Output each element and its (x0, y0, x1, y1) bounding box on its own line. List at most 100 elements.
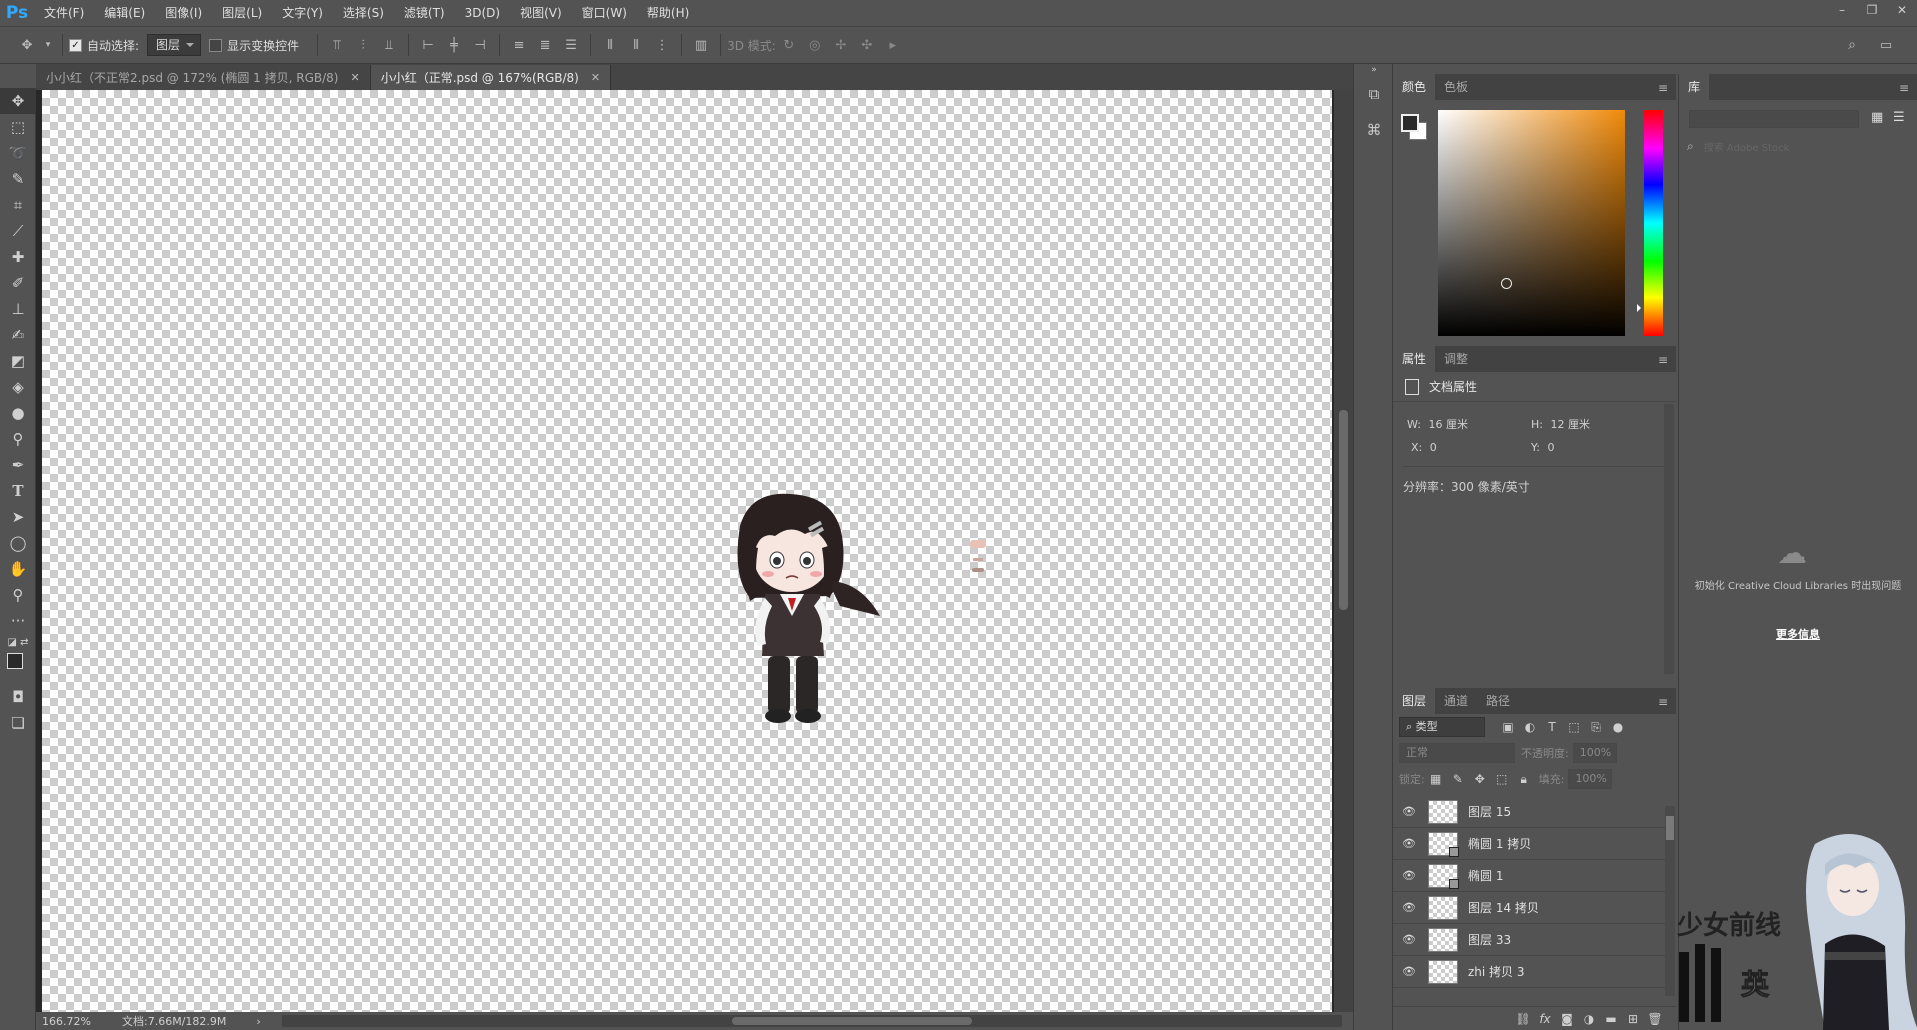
props-scrollbar[interactable] (1664, 404, 1674, 674)
distribute-hcenter-icon[interactable]: ⫴ (626, 35, 646, 55)
more-tools-icon[interactable]: ··· (0, 608, 36, 634)
show-transform-checkbox[interactable] (209, 38, 223, 52)
menu-3d[interactable]: 3D(D) (455, 0, 510, 26)
tab-document-2[interactable]: 小小红（正常.psd @ 167%(RGB/8) ✕ (370, 65, 612, 90)
quick-select-tool-icon[interactable]: ✎ (0, 166, 36, 192)
panel-menu-icon[interactable]: ≡ (1658, 695, 1668, 709)
lock-position-icon[interactable]: ✥ (1469, 772, 1491, 786)
tab-libraries[interactable]: 库 (1679, 74, 1710, 100)
lasso-tool-icon[interactable]: ➰ (0, 140, 36, 166)
auto-align-icon[interactable]: ▥ (691, 35, 711, 55)
close-icon[interactable]: ✕ (591, 71, 600, 84)
layer-row[interactable]: 👁︎ 图层 33 (1393, 924, 1665, 956)
minimize-button[interactable]: – (1827, 0, 1857, 22)
y-field[interactable]: Y: 0 (1531, 441, 1554, 454)
list-view-icon[interactable]: ☰ (1893, 110, 1905, 125)
crop-tool-icon[interactable]: ⌗ (0, 192, 36, 218)
eye-icon[interactable]: 👁︎ (1398, 869, 1420, 882)
fx-icon[interactable]: fx (1534, 1012, 1556, 1026)
eye-icon[interactable]: 👁︎ (1398, 837, 1420, 850)
grid-view-icon[interactable]: ▦ (1871, 110, 1883, 125)
menu-image[interactable]: 图像(I) (155, 0, 212, 26)
document-canvas[interactable] (42, 90, 1332, 1012)
auto-select-target-dropdown[interactable]: 图层 (147, 34, 202, 56)
link-layers-icon[interactable]: ⛓ (1512, 1012, 1534, 1026)
distribute-left-icon[interactable]: ⦀ (600, 35, 620, 55)
align-hcenter-icon[interactable]: ╪ (444, 35, 464, 55)
distribute-right-icon[interactable]: ⋮ (652, 35, 672, 55)
new-layer-icon[interactable]: ⊞ (1622, 1012, 1644, 1026)
eye-icon[interactable]: 👁︎ (1398, 965, 1420, 978)
menu-edit[interactable]: 编辑(E) (94, 0, 155, 26)
tab-adjustments[interactable]: 调整 (1435, 346, 1477, 372)
move-tool-preset-icon[interactable]: ✥ (17, 35, 37, 55)
align-right-icon[interactable]: ⊣ (470, 35, 490, 55)
filter-smart-icon[interactable]: ⎘ (1585, 720, 1607, 735)
lock-all-icon[interactable]: 🔒︎ (1513, 772, 1535, 787)
tab-layers[interactable]: 图层 (1393, 688, 1436, 714)
eyedropper-tool-icon[interactable]: ⟋ (0, 218, 36, 244)
eye-icon[interactable]: 👁︎ (1398, 805, 1420, 818)
path-select-icon[interactable]: ➤ (0, 504, 36, 530)
x-field[interactable]: X: 0 (1411, 441, 1437, 454)
new-group-icon[interactable]: ▬ (1600, 1012, 1622, 1026)
3d-orbit-icon[interactable]: ↻ (779, 35, 799, 55)
align-bottom-icon[interactable]: ⫫ (379, 35, 399, 55)
align-vcenter-icon[interactable]: ⫶ (353, 35, 373, 55)
blur-tool-icon[interactable]: ● (0, 400, 36, 426)
marquee-tool-icon[interactable]: ⬚ (0, 114, 36, 140)
3d-roll-icon[interactable]: ◎ (805, 35, 825, 55)
layer-name[interactable]: 椭圆 1 (1468, 867, 1503, 884)
tab-swatches[interactable]: 色板 (1435, 74, 1477, 100)
menu-type[interactable]: 文字(Y) (272, 0, 333, 26)
menu-filter[interactable]: 滤镜(T) (394, 0, 455, 26)
layer-row[interactable]: 👁︎ 椭圆 1 拷贝 (1393, 828, 1665, 860)
swap-colors-icon[interactable]: ◪ ⇄ (0, 634, 36, 650)
menu-help[interactable]: 帮助(H) (637, 0, 699, 26)
tab-document-1[interactable]: 小小红（不正常2.psd @ 172% (椭圆 1 拷贝, RGB/8) ✕ (36, 65, 371, 90)
eye-icon[interactable]: 👁︎ (1398, 901, 1420, 914)
quick-mask-icon[interactable]: ◘ (0, 684, 36, 710)
healing-brush-icon[interactable]: ✚ (0, 244, 36, 270)
layer-name[interactable]: 图层 33 (1468, 931, 1511, 948)
stamp-tool-icon[interactable]: ⊥ (0, 296, 36, 322)
scroll-thumb[interactable] (732, 1017, 972, 1025)
collapse-icon[interactable]: » (1354, 64, 1394, 76)
brush-tool-icon[interactable]: ✐ (0, 270, 36, 296)
close-button[interactable]: ✕ (1887, 0, 1917, 22)
filter-shape-icon[interactable]: ⬚ (1563, 720, 1585, 734)
stock-search[interactable]: ⌕ 搜索 Adobe Stock (1687, 136, 1909, 156)
layers-scrollbar[interactable] (1665, 806, 1675, 996)
tab-paths[interactable]: 路径 (1477, 688, 1519, 714)
menu-layer[interactable]: 图层(L) (212, 0, 272, 26)
move-tool-icon[interactable]: ✥ (0, 88, 36, 114)
tab-color[interactable]: 颜色 (1393, 74, 1436, 100)
paint-bucket-icon[interactable]: ◈ (0, 374, 36, 400)
layer-name[interactable]: 图层 14 拷贝 (1468, 899, 1539, 916)
eye-icon[interactable]: 👁︎ (1398, 933, 1420, 946)
auto-select-checkbox[interactable]: ✓ (69, 38, 82, 52)
align-left-icon[interactable]: ⊢ (418, 35, 438, 55)
foreground-color-swatch[interactable] (1401, 114, 1419, 132)
3d-slide-icon[interactable]: ✣ (857, 35, 877, 55)
scroll-thumb[interactable] (1666, 816, 1674, 840)
panel-menu-icon[interactable]: ≡ (1899, 81, 1909, 95)
distribute-bottom-icon[interactable]: ☰ (561, 35, 581, 55)
filter-adjust-icon[interactable]: ◐ (1519, 720, 1541, 734)
chevron-down-icon[interactable]: ▾ (43, 35, 53, 55)
vertical-scrollbar[interactable] (1334, 90, 1353, 1012)
character-panel-icon[interactable]: ⌘ (1354, 112, 1394, 148)
tab-channels[interactable]: 通道 (1435, 688, 1477, 714)
width-field[interactable]: W: 16 厘米 (1407, 416, 1468, 432)
filter-type-icon[interactable]: T (1541, 720, 1563, 734)
panel-menu-icon[interactable]: ≡ (1658, 353, 1668, 367)
blend-mode-dropdown[interactable]: 正常 (1399, 743, 1515, 763)
type-tool-icon[interactable]: T (0, 478, 36, 504)
color-field[interactable] (1438, 110, 1625, 336)
library-dropdown[interactable] (1689, 110, 1859, 128)
layer-name[interactable]: zhi 拷贝 3 (1468, 963, 1525, 980)
layer-filter-dropdown[interactable]: ⌕ 类型 (1399, 717, 1485, 737)
hand-tool-icon[interactable]: ✋ (0, 556, 36, 582)
horizontal-scrollbar[interactable] (282, 1015, 1342, 1027)
dodge-tool-icon[interactable]: ⚲ (0, 426, 36, 452)
